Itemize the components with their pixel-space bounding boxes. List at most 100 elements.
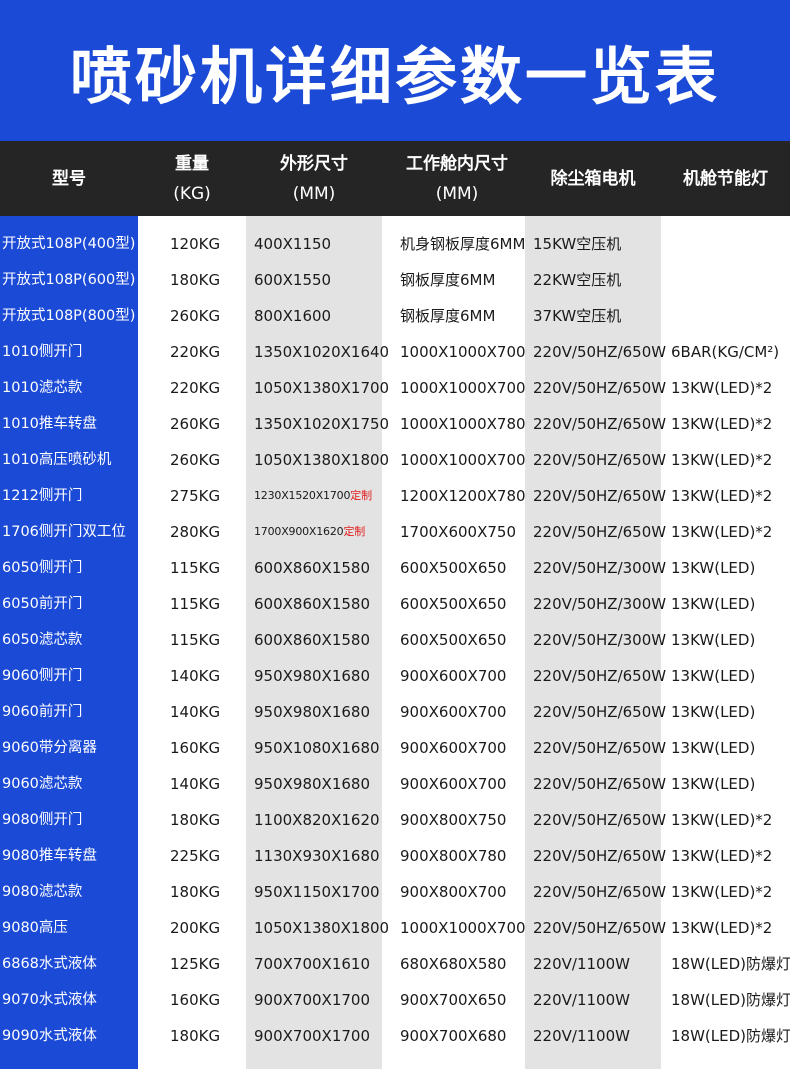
cell-model: 9060前开门 bbox=[2, 704, 83, 720]
cell-weight: 160KG bbox=[170, 739, 221, 757]
cell-inner-size: 1000X1000X700 bbox=[400, 919, 526, 937]
cell-inner-size: 900X600X700 bbox=[400, 667, 507, 685]
header-weight-label: 重量 bbox=[175, 153, 209, 174]
cell-weight: 115KG bbox=[170, 595, 221, 613]
cell-motor: 220V/50HZ/650W bbox=[533, 919, 667, 937]
cell-motor: 220V/50HZ/650W bbox=[533, 379, 667, 397]
cell-weight: 220KG bbox=[170, 379, 221, 397]
cell-light: 13KW(LED)*2 bbox=[671, 487, 773, 505]
cell-outer-size: 950X1080X1680 bbox=[254, 739, 380, 757]
table-row: 9080推车转盘 225KG 1130X930X1680 900X800X780 220… bbox=[0, 838, 790, 874]
cell-outer-size: 700X700X1610 bbox=[254, 955, 370, 973]
table-row: 1706侧开门双工位 280KG 1700X900X1620定制 1700X600X7… bbox=[0, 514, 790, 550]
cell-outer-size: 1230X1520X1700定制 bbox=[254, 478, 372, 514]
cell-inner-size: 1000X1000X700 bbox=[400, 343, 526, 361]
cell-model: 6050滤芯款 bbox=[2, 632, 83, 648]
cell-motor: 220V/50HZ/650W bbox=[533, 811, 667, 829]
cell-light: 13KW(LED)*2 bbox=[671, 919, 773, 937]
cell-weight: 180KG bbox=[170, 1027, 221, 1045]
cell-model: 9070水式液体 bbox=[2, 992, 97, 1008]
cell-inner-size: 1000X1000X700 bbox=[400, 451, 526, 469]
cell-weight: 125KG bbox=[170, 955, 221, 973]
cell-inner-size: 900X600X700 bbox=[400, 739, 507, 757]
table-row: 6050前开门 115KG 600X860X1580 600X500X650 220V/… bbox=[0, 586, 790, 622]
cell-outer-size: 1100X820X1620 bbox=[254, 811, 380, 829]
cell-inner-size: 1000X1000X780 bbox=[400, 415, 526, 433]
cell-light: 13KW(LED)*2 bbox=[671, 523, 773, 541]
cell-light: 13KW(LED) bbox=[671, 739, 756, 757]
table-row: 9080滤芯款 180KG 950X1150X1700 900X800X700 220V… bbox=[0, 874, 790, 910]
header-outer-size-unit: (MM) bbox=[292, 183, 336, 204]
table-row: 6868水式液体 125KG 700X700X1610 680X680X580 220V… bbox=[0, 946, 790, 982]
header-light-label: 机舱节能灯 bbox=[683, 168, 768, 189]
cell-weight: 160KG bbox=[170, 991, 221, 1009]
cell-weight: 115KG bbox=[170, 559, 221, 577]
cell-light: 18W(LED)防爆灯 bbox=[671, 991, 790, 1009]
cell-weight: 115KG bbox=[170, 631, 221, 649]
cell-inner-size: 600X500X650 bbox=[400, 631, 507, 649]
cell-light: 18W(LED)防爆灯 bbox=[671, 955, 790, 973]
cell-model: 6050前开门 bbox=[2, 596, 83, 612]
cell-model: 1010高压喷砂机 bbox=[2, 452, 112, 468]
cell-motor: 220V/50HZ/650W bbox=[533, 739, 667, 757]
cell-weight: 180KG bbox=[170, 271, 221, 289]
title-banner: 喷砂机详细参数一览表 bbox=[0, 0, 790, 141]
cell-motor: 15KW空压机 bbox=[533, 235, 622, 253]
cell-weight: 120KG bbox=[170, 235, 221, 253]
cell-model: 1010滤芯款 bbox=[2, 380, 83, 396]
cell-model: 1010侧开门 bbox=[2, 344, 83, 360]
cell-model: 开放式108P(800型) bbox=[2, 308, 136, 324]
cell-model: 9060带分离器 bbox=[2, 740, 97, 756]
cell-light: 13KW(LED)*2 bbox=[671, 883, 773, 901]
cell-inner-size: 1200X1200X780 bbox=[400, 487, 526, 505]
table-header: 型号 重量 (KG) 外形尺寸 (MM) 工作舱内尺寸 (MM) 除尘箱电机 机… bbox=[0, 141, 790, 216]
cell-light: 6BAR(KG/CM²) bbox=[671, 343, 780, 361]
cell-model: 1706侧开门双工位 bbox=[2, 524, 126, 540]
cell-inner-size: 600X500X650 bbox=[400, 595, 507, 613]
cell-inner-size: 900X800X700 bbox=[400, 883, 507, 901]
cell-outer-size: 950X980X1680 bbox=[254, 775, 370, 793]
table-row: 9060带分离器 160KG 950X1080X1680 900X600X700 220… bbox=[0, 730, 790, 766]
cell-model: 开放式108P(400型) bbox=[2, 236, 136, 252]
cell-motor: 220V/50HZ/650W bbox=[533, 415, 667, 433]
header-outer-size: 外形尺寸 (MM) bbox=[246, 141, 382, 216]
header-inner-size-label: 工作舱内尺寸 bbox=[406, 153, 508, 174]
table-row: 1212侧开门 275KG 1230X1520X1700定制 1200X1200X78… bbox=[0, 478, 790, 514]
cell-motor: 220V/1100W bbox=[533, 955, 630, 973]
table-row: 9080侧开门 180KG 1100X820X1620 900X800X750 220V… bbox=[0, 802, 790, 838]
cell-outer-size: 1350X1020X1750 bbox=[254, 415, 390, 433]
cell-model: 9060滤芯款 bbox=[2, 776, 83, 792]
cell-inner-size: 900X700X680 bbox=[400, 1027, 507, 1045]
header-weight-unit: (KG) bbox=[173, 183, 211, 204]
cell-outer-size: 600X860X1580 bbox=[254, 559, 370, 577]
table-row: 9080高压 200KG 1050X1380X1800 1000X1000X700 22… bbox=[0, 910, 790, 946]
cell-inner-size: 900X800X780 bbox=[400, 847, 507, 865]
cell-light: 13KW(LED)*2 bbox=[671, 811, 773, 829]
cell-light: 13KW(LED) bbox=[671, 595, 756, 613]
cell-model: 1010推车转盘 bbox=[2, 416, 97, 432]
cell-motor: 220V/50HZ/650W bbox=[533, 523, 667, 541]
cell-model: 9060侧开门 bbox=[2, 668, 83, 684]
cell-outer-size: 400X1150 bbox=[254, 235, 332, 253]
cell-motor: 220V/50HZ/300W bbox=[533, 631, 667, 649]
cell-motor: 220V/50HZ/650W bbox=[533, 343, 667, 361]
cell-weight: 140KG bbox=[170, 667, 221, 685]
page-title: 喷砂机详细参数一览表 bbox=[69, 39, 720, 113]
cell-outer-size: 1050X1380X1800 bbox=[254, 919, 390, 937]
cell-motor: 220V/50HZ/650W bbox=[533, 883, 667, 901]
cell-inner-size: 600X500X650 bbox=[400, 559, 507, 577]
table-row: 9060前开门 140KG 950X980X1680 900X600X700 220V/… bbox=[0, 694, 790, 730]
cell-outer-size: 600X1550 bbox=[254, 271, 332, 289]
cell-weight: 220KG bbox=[170, 343, 221, 361]
cell-outer-size: 1050X1380X1800 bbox=[254, 451, 390, 469]
cell-model: 6868水式液体 bbox=[2, 956, 97, 972]
cell-light: 13KW(LED) bbox=[671, 631, 756, 649]
cell-weight: 260KG bbox=[170, 451, 221, 469]
cell-outer-size: 950X980X1680 bbox=[254, 667, 370, 685]
cell-outer-size: 600X860X1580 bbox=[254, 595, 370, 613]
cell-light: 13KW(LED)*2 bbox=[671, 415, 773, 433]
cell-light: 13KW(LED)*2 bbox=[671, 847, 773, 865]
header-weight: 重量 (KG) bbox=[138, 141, 246, 216]
cell-motor: 220V/1100W bbox=[533, 991, 630, 1009]
table-row: 9070水式液体 160KG 900X700X1700 900X700X650 220V… bbox=[0, 982, 790, 1018]
